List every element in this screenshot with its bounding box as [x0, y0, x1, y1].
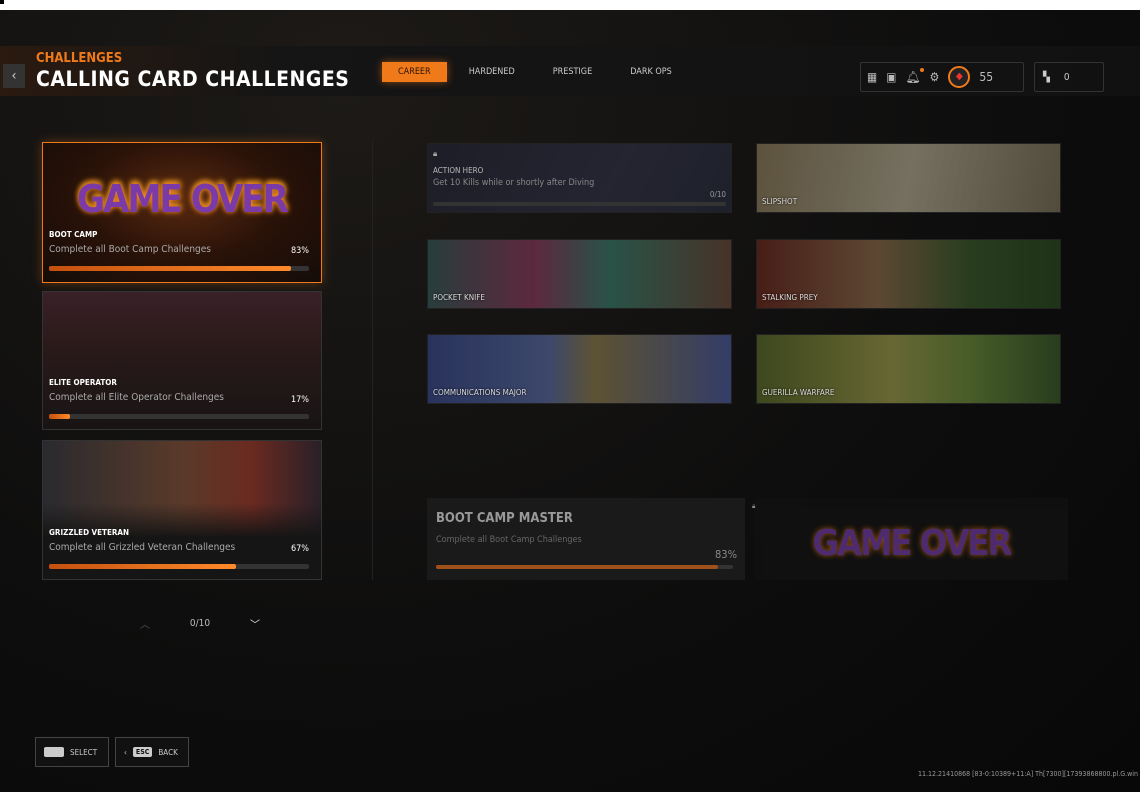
category-card-boot-camp[interactable]: GAME OVER BOOT CAMP Complete all Boot Ca… — [42, 142, 322, 283]
gear-icon[interactable]: ⚙ — [930, 70, 940, 84]
back-label: BACK — [158, 747, 178, 757]
back-button[interactable]: ‹ — [3, 64, 25, 88]
card-desc: Get 10 Kills while or shortly after Divi… — [433, 178, 595, 188]
card-image — [43, 292, 321, 429]
bell-icon[interactable]: 🔔︎ — [905, 68, 924, 84]
page-title: CALLING CARD CHALLENGES — [36, 67, 350, 91]
card-name: ACTION HERO — [433, 166, 484, 175]
progress-bar — [436, 565, 733, 569]
progress-bar — [49, 266, 309, 271]
grid-menu-icon[interactable]: ▦ — [867, 70, 877, 84]
category-percent: 17% — [291, 395, 309, 405]
card-name: GUERILLA WARFARE — [762, 388, 835, 397]
tab-dark-ops[interactable]: DARK OPS — [614, 62, 688, 82]
select-label: SELECT — [70, 747, 98, 757]
category-percent: 83% — [291, 246, 309, 256]
chevron-down-icon[interactable]: ﹀ — [250, 616, 260, 631]
category-desc: Complete all Boot Camp Challenges — [49, 244, 211, 255]
category-desc: Complete all Grizzled Veteran Challenges — [49, 542, 236, 553]
spacebar-key-icon — [44, 747, 64, 757]
category-card-elite-operator[interactable]: ELITE OPERATOR Complete all Elite Operat… — [42, 291, 322, 430]
tab-prestige[interactable]: PRESTIGE — [537, 62, 609, 82]
master-name: BOOT CAMP MASTER — [436, 511, 573, 526]
category-card-grizzled-veteran[interactable]: GRIZZLED VETERAN Complete all Grizzled V… — [42, 440, 322, 580]
calling-card-guerilla-warfare[interactable]: GUERILLA WARFARE — [756, 334, 1061, 404]
tab-bar: CAREER HARDENED PRESTIGE DARK OPS — [382, 62, 694, 82]
master-reward-card: GAME OVER — [755, 498, 1068, 580]
calling-card-communications-major[interactable]: COMMUNICATIONS MAJOR — [427, 334, 732, 404]
calling-card-pocket-knife[interactable]: POCKET KNIFE — [427, 239, 732, 309]
card-name: POCKET KNIFE — [433, 293, 485, 302]
select-button[interactable]: SELECT — [35, 737, 109, 767]
divider — [372, 140, 373, 580]
chevron-left-icon: ‹ — [11, 68, 17, 84]
card-name: SLIPSHOT — [762, 197, 798, 206]
master-percent: 83% — [715, 548, 737, 561]
master-desc: Complete all Boot Camp Challenges — [436, 535, 582, 545]
progress-bar — [49, 564, 309, 569]
esc-key-icon: ESC — [132, 747, 153, 757]
chevron-up-icon[interactable]: ︿ — [140, 616, 150, 631]
avatar[interactable]: ◆ — [948, 66, 971, 88]
version-string: 11.12.21410868 [83-0:10389+11:A] Th[7300… — [918, 770, 1138, 778]
title-bar — [0, 0, 1140, 10]
tab-hardened[interactable]: HARDENED — [453, 62, 531, 82]
progress-bar — [49, 414, 309, 419]
category-name: GRIZZLED VETERAN — [49, 528, 129, 537]
player-level: 55 — [979, 70, 994, 84]
category-percent: 67% — [291, 544, 309, 554]
calling-card-slipshot[interactable]: SLIPSHOT — [756, 143, 1061, 213]
card-name: STALKING PREY — [762, 293, 818, 302]
progress-bar — [433, 202, 726, 206]
chevron-left-icon: ‹ — [124, 747, 127, 757]
card-progress: 0/10 — [709, 190, 726, 199]
category-name: ELITE OPERATOR — [49, 378, 117, 387]
page-indicator: 0/10 — [189, 618, 211, 629]
master-challenge-panel: BOOT CAMP MASTER Complete all Boot Camp … — [427, 498, 745, 580]
lock-icon: 🔒︎ — [433, 149, 438, 158]
party-count: 0 — [1063, 71, 1070, 83]
game-over-logo: GAME OVER — [77, 177, 289, 221]
pager: ︿ 0/10 ﹀ — [140, 616, 260, 631]
category-name: BOOT CAMP — [49, 230, 98, 239]
breadcrumb: CHALLENGES — [36, 51, 123, 66]
card-name: COMMUNICATIONS MAJOR — [433, 388, 527, 397]
hud-bar: ▦ ▣ 🔔︎ ⚙ ◆ 55 — [860, 62, 1024, 92]
back-footer-button[interactable]: ‹ ESC BACK — [115, 737, 189, 767]
calling-card-stalking-prey[interactable]: STALKING PREY — [756, 239, 1061, 309]
party-icon: ▚ — [1043, 71, 1050, 83]
barracks-icon[interactable]: ▣ — [886, 70, 896, 84]
tab-career[interactable]: CAREER — [382, 62, 447, 82]
party-widget[interactable]: ▚ 0 — [1034, 62, 1104, 92]
calling-card-action-hero[interactable]: 🔒︎ ACTION HERO Get 10 Kills while or sho… — [427, 143, 732, 213]
category-desc: Complete all Elite Operator Challenges — [49, 392, 224, 403]
